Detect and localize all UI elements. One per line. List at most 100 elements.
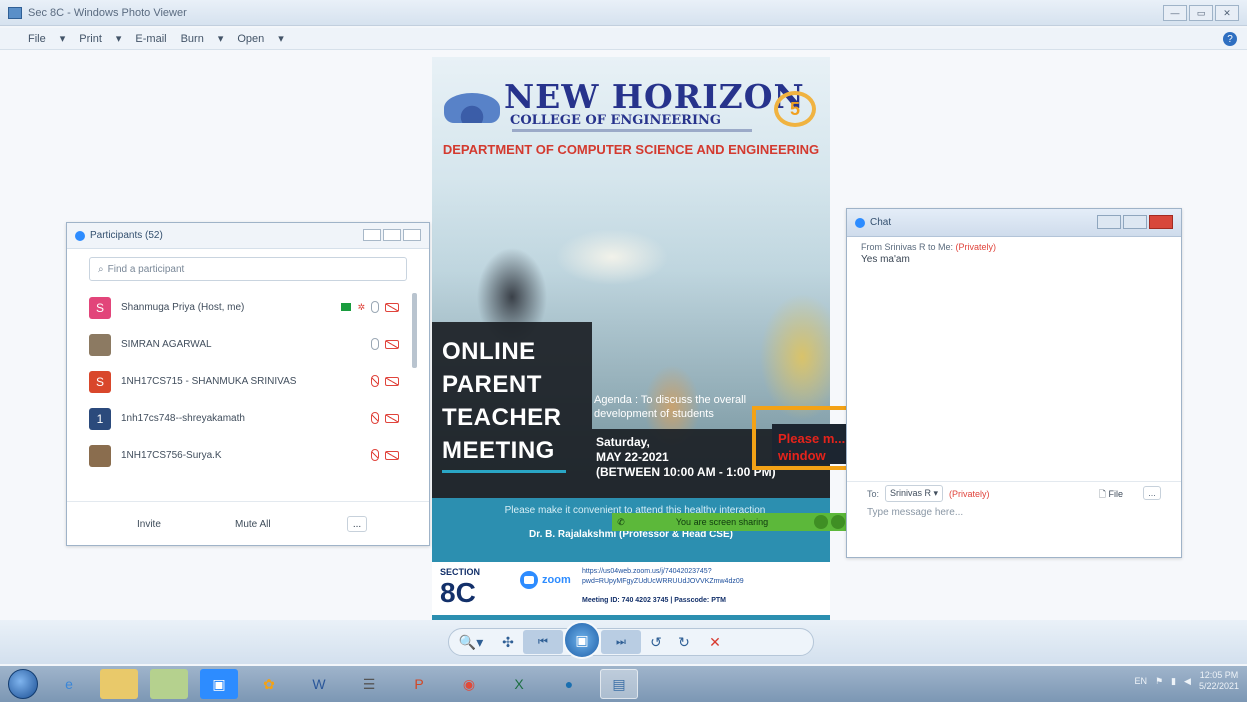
- date-day: Saturday,: [596, 435, 650, 449]
- slideshow-button[interactable]: ▣: [563, 621, 601, 659]
- settings-icon[interactable]: ✿: [250, 669, 288, 699]
- chevron-down-icon[interactable]: ▾: [278, 32, 284, 45]
- address-line: [512, 129, 752, 132]
- participant-status: [371, 412, 399, 424]
- video-off-icon[interactable]: [385, 376, 399, 386]
- maximize-button[interactable]: [403, 229, 421, 241]
- internet-explorer-icon[interactable]: e: [50, 669, 88, 699]
- minimize-button[interactable]: [1097, 215, 1121, 229]
- clock[interactable]: 12:05 PM 5/22/2021: [1199, 670, 1239, 692]
- participant-row[interactable]: 1NH17CS756-Surya.K: [67, 437, 429, 474]
- participants-scrollbar[interactable]: [412, 293, 417, 368]
- window-controls: — ▭ ✕: [1163, 5, 1239, 21]
- powerpoint-icon[interactable]: P: [400, 669, 438, 699]
- photo-viewer-taskbar-icon[interactable]: ▤: [600, 669, 638, 699]
- menu-open[interactable]: Open: [237, 33, 264, 45]
- volume-icon[interactable]: ◀: [1184, 676, 1191, 687]
- chevron-down-icon[interactable]: ▾: [60, 32, 66, 45]
- mic-muted-icon[interactable]: [371, 412, 379, 424]
- menu-burn[interactable]: Burn: [181, 33, 204, 45]
- rotate-clockwise-icon[interactable]: ↻: [671, 630, 697, 654]
- file-button[interactable]: 🗋 File: [1099, 487, 1123, 503]
- invite-button[interactable]: Invite: [123, 514, 175, 534]
- photos-app-icon[interactable]: [150, 669, 188, 699]
- next-button[interactable]: ⏭: [601, 630, 641, 654]
- menu-email[interactable]: E-mail: [135, 33, 166, 45]
- participant-name: Shanmuga Priya (Host, me): [121, 302, 245, 313]
- chrome-icon[interactable]: ◉: [450, 669, 488, 699]
- title-bar: Sec 8C - Windows Photo Viewer — ▭ ✕: [0, 0, 1247, 26]
- clock-date: 5/22/2021: [1198, 681, 1239, 691]
- participant-search-input[interactable]: ⌕ Find a participant: [89, 257, 407, 281]
- mic-icon[interactable]: [371, 338, 379, 350]
- chat-title: Chat: [870, 217, 892, 228]
- popin-button[interactable]: [363, 229, 381, 241]
- video-off-icon[interactable]: [385, 413, 399, 423]
- network-icon[interactable]: ▮: [1171, 676, 1176, 687]
- delete-icon[interactable]: ✕: [697, 630, 733, 654]
- mic-muted-icon[interactable]: [371, 449, 379, 461]
- more-options-button[interactable]: ...: [1143, 486, 1161, 500]
- participant-status: [371, 449, 399, 461]
- participant-row[interactable]: S Shanmuga Priya (Host, me) ✲: [67, 289, 429, 326]
- database-icon[interactable]: ☰: [350, 669, 388, 699]
- actual-size-icon[interactable]: ✣: [493, 630, 523, 654]
- chat-panel: Chat From Srinivas R to Me: (Privately) …: [846, 208, 1182, 558]
- start-button[interactable]: [8, 669, 38, 699]
- previous-button[interactable]: ⏮: [523, 630, 563, 654]
- video-off-icon[interactable]: [385, 302, 399, 312]
- minimize-button[interactable]: —: [1163, 5, 1187, 21]
- minimize-button[interactable]: [383, 229, 401, 241]
- maximize-button[interactable]: ▭: [1189, 5, 1213, 21]
- window-title: Sec 8C - Windows Photo Viewer: [28, 6, 187, 19]
- zoom-icon[interactable]: 🔍▾: [449, 630, 493, 654]
- zoom-logo-icon: [520, 571, 538, 589]
- clock-time: 12:05 PM: [1199, 670, 1239, 680]
- avatar: [89, 444, 111, 467]
- recipient-select[interactable]: Srinivas R ▾: [885, 485, 944, 502]
- language-indicator[interactable]: EN: [1134, 676, 1147, 686]
- avatar: [89, 333, 111, 356]
- anniversary-badge: 5: [774, 91, 816, 127]
- stop-share-icon[interactable]: [831, 515, 845, 529]
- close-button[interactable]: [1149, 215, 1173, 229]
- date-time: (BETWEEN 10:00 AM - 1:00 PM): [596, 465, 776, 479]
- section-value: 8C: [440, 577, 476, 608]
- close-button[interactable]: ✕: [1215, 5, 1239, 21]
- app-icon[interactable]: ●: [550, 669, 588, 699]
- system-tray: EN ⚑ ▮ ◀ 12:05 PM 5/22/2021: [1134, 670, 1239, 692]
- zoom-app-icon[interactable]: ▣: [200, 669, 238, 699]
- more-options-button[interactable]: ...: [347, 516, 367, 532]
- menu-print[interactable]: Print: [79, 33, 102, 45]
- title-line: PARENT: [442, 371, 542, 398]
- chevron-down-icon[interactable]: ▾: [218, 32, 224, 45]
- chat-message-input[interactable]: Type message here...: [867, 507, 963, 518]
- flag-icon[interactable]: ⚑: [1155, 676, 1163, 687]
- avatar: S: [89, 370, 111, 393]
- rotate-counterclockwise-icon[interactable]: ↺: [641, 630, 671, 654]
- help-icon[interactable]: ?: [1223, 32, 1237, 46]
- excel-icon[interactable]: X: [500, 669, 538, 699]
- video-off-icon[interactable]: [385, 450, 399, 460]
- screen-sharing-bar[interactable]: ✆ You are screen sharing: [612, 513, 848, 531]
- mic-muted-icon[interactable]: [371, 375, 379, 387]
- participants-footer: Invite Mute All ...: [67, 501, 429, 545]
- participant-row[interactable]: SIMRAN AGARWAL: [67, 326, 429, 363]
- maximize-button[interactable]: [1123, 215, 1147, 229]
- message-text: Yes ma'am: [861, 254, 910, 265]
- mute-all-button[interactable]: Mute All: [221, 514, 285, 534]
- menu-file[interactable]: File: [28, 33, 46, 45]
- mic-icon[interactable]: [371, 301, 379, 313]
- participant-row[interactable]: 1 1nh17cs748--shreyakamath: [67, 400, 429, 437]
- search-icon: ⌕: [98, 263, 104, 275]
- file-explorer-icon[interactable]: [100, 669, 138, 699]
- chevron-down-icon[interactable]: ▾: [116, 32, 122, 45]
- participant-row[interactable]: S 1NH17CS715 - SHANMUKA SRINIVAS: [67, 363, 429, 400]
- date-value: MAY 22-2021: [596, 450, 669, 464]
- word-icon[interactable]: W: [300, 669, 338, 699]
- video-off-icon[interactable]: [385, 339, 399, 349]
- zoom-icon: [855, 217, 865, 228]
- event-title: ONLINE PARENT TEACHER MEETING: [442, 335, 562, 467]
- pause-share-icon[interactable]: [814, 515, 828, 529]
- participant-name: SIMRAN AGARWAL: [121, 339, 212, 350]
